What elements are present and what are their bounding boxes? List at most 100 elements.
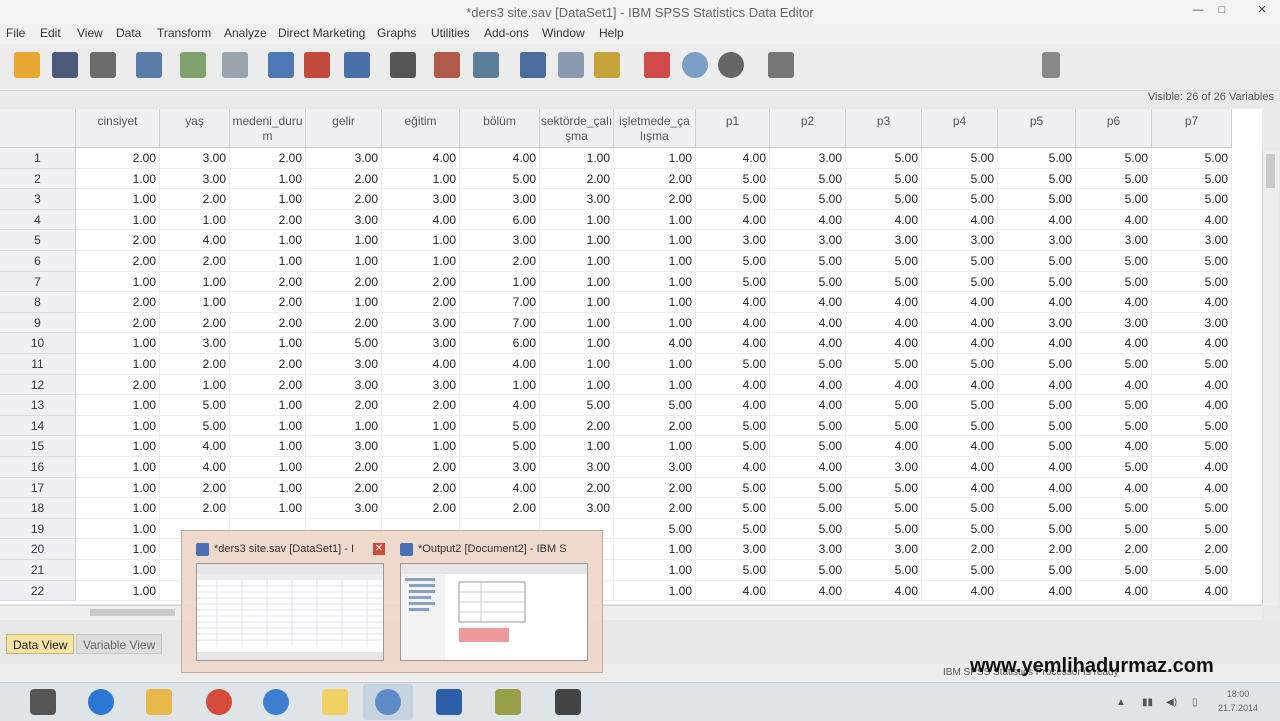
- data-cell[interactable]: 4.00: [998, 457, 1076, 478]
- menu-window[interactable]: Window: [542, 26, 585, 40]
- menu-direct-marketing[interactable]: Direct Marketing: [278, 26, 365, 40]
- data-cell[interactable]: 5.00: [696, 251, 770, 272]
- data-cell[interactable]: 1.00: [382, 251, 460, 272]
- data-cell[interactable]: 5.00: [1076, 251, 1152, 272]
- thumbnail-dataset[interactable]: *ders3 site.sav [DataSet1] - I ✕: [192, 539, 388, 663]
- row-number[interactable]: 10: [0, 333, 76, 354]
- data-cell[interactable]: 5.00: [696, 354, 770, 375]
- data-cell[interactable]: 4.00: [922, 333, 998, 354]
- data-cell[interactable]: 3.00: [998, 230, 1076, 251]
- vertical-scrollbar[interactable]: [1262, 150, 1279, 605]
- data-cell[interactable]: 3.00: [1076, 230, 1152, 251]
- thumbnail-output[interactable]: *Output2 [Document2] - IBM S: [396, 539, 592, 663]
- menu-graphs[interactable]: Graphs: [377, 26, 416, 40]
- horizontal-scroll-thumb[interactable]: [90, 609, 175, 616]
- data-cell[interactable]: 1.00: [614, 148, 696, 169]
- data-cell[interactable]: 4.00: [922, 374, 998, 396]
- data-cell[interactable]: 2.00: [76, 292, 160, 313]
- data-cell[interactable]: 2.00: [306, 395, 382, 416]
- data-cell[interactable]: 1.00: [76, 209, 160, 231]
- data-cell[interactable]: 2.00: [382, 498, 460, 519]
- data-cell[interactable]: 3.00: [306, 148, 382, 169]
- menu-file[interactable]: File: [6, 26, 25, 40]
- data-cell[interactable]: 4.00: [770, 374, 846, 396]
- data-cell[interactable]: 4.00: [382, 148, 460, 169]
- data-cell[interactable]: 4.00: [460, 477, 540, 499]
- data-cell[interactable]: 1.00: [76, 477, 160, 499]
- data-cell[interactable]: 5.00: [922, 415, 998, 437]
- data-cell[interactable]: 5.00: [1152, 498, 1232, 519]
- data-cell[interactable]: 5.00: [770, 436, 846, 457]
- data-cell[interactable]: 4.00: [1152, 395, 1232, 416]
- data-cell[interactable]: 3.00: [306, 209, 382, 231]
- data-cell[interactable]: 2.00: [460, 498, 540, 519]
- data-cell[interactable]: 5.00: [460, 168, 540, 190]
- data-cell[interactable]: 5.00: [1076, 148, 1152, 169]
- data-cell[interactable]: 2.00: [76, 312, 160, 334]
- data-cell[interactable]: 4.00: [998, 292, 1076, 313]
- data-cell[interactable]: 4.00: [1152, 333, 1232, 354]
- row-number[interactable]: 15: [0, 436, 76, 457]
- select-cases-icon[interactable]: [594, 52, 620, 78]
- data-cell[interactable]: 5.00: [696, 436, 770, 457]
- data-cell[interactable]: 2.00: [614, 415, 696, 437]
- data-cell[interactable]: 5.00: [696, 271, 770, 293]
- volume-icon[interactable]: ◀): [1166, 697, 1177, 708]
- data-cell[interactable]: 5.00: [696, 518, 770, 540]
- data-cell[interactable]: 4.00: [922, 209, 998, 231]
- goto-case-icon[interactable]: [268, 52, 294, 78]
- data-cell[interactable]: 5.00: [846, 477, 922, 499]
- data-cell[interactable]: 4.00: [1152, 477, 1232, 499]
- data-cell[interactable]: 5.00: [696, 415, 770, 437]
- data-cell[interactable]: 1.00: [614, 374, 696, 396]
- network-icon[interactable]: ▮▮: [1142, 697, 1153, 708]
- data-cell[interactable]: 2.00: [230, 271, 306, 293]
- data-cell[interactable]: 5.00: [998, 498, 1076, 519]
- data-cell[interactable]: 2.00: [230, 354, 306, 375]
- split-file-icon[interactable]: [520, 52, 546, 78]
- data-cell[interactable]: 5.00: [846, 498, 922, 519]
- data-cell[interactable]: 5.00: [922, 168, 998, 190]
- data-cell[interactable]: 5.00: [306, 333, 382, 354]
- data-cell[interactable]: 1.00: [76, 457, 160, 478]
- data-cell[interactable]: 4.00: [846, 374, 922, 396]
- column-header[interactable]: bölüm: [460, 109, 540, 148]
- print-icon[interactable]: [90, 52, 116, 78]
- data-cell[interactable]: 6.00: [460, 333, 540, 354]
- find-icon[interactable]: [390, 52, 416, 78]
- data-cell[interactable]: 1.00: [306, 251, 382, 272]
- data-cell[interactable]: 5.00: [1076, 518, 1152, 540]
- row-number[interactable]: 2: [0, 168, 76, 190]
- data-cell[interactable]: 2.00: [230, 374, 306, 396]
- data-cell[interactable]: 5.00: [770, 189, 846, 210]
- data-cell[interactable]: 2.00: [160, 189, 230, 210]
- data-cell[interactable]: 1.00: [540, 333, 614, 354]
- data-cell[interactable]: 2.00: [306, 457, 382, 478]
- data-cell[interactable]: 1.00: [76, 518, 160, 540]
- data-cell[interactable]: 3.00: [1076, 312, 1152, 334]
- data-cell[interactable]: 5.00: [770, 498, 846, 519]
- data-cell[interactable]: 5.00: [1152, 251, 1232, 272]
- data-cell[interactable]: 5.00: [846, 415, 922, 437]
- data-cell[interactable]: 5.00: [846, 168, 922, 190]
- data-cell[interactable]: 1.00: [540, 312, 614, 334]
- data-cell[interactable]: 5.00: [696, 168, 770, 190]
- data-cell[interactable]: 5.00: [696, 498, 770, 519]
- data-cell[interactable]: 7.00: [460, 312, 540, 334]
- data-cell[interactable]: 2.00: [382, 457, 460, 478]
- data-cell[interactable]: 1.00: [230, 251, 306, 272]
- data-cell[interactable]: 3.00: [1152, 312, 1232, 334]
- data-cell[interactable]: 5.00: [922, 271, 998, 293]
- data-cell[interactable]: 4.00: [1152, 292, 1232, 313]
- row-number[interactable]: 14: [0, 415, 76, 437]
- data-cell[interactable]: 1.00: [540, 209, 614, 231]
- menu-analyze[interactable]: Analyze: [224, 26, 267, 40]
- data-cell[interactable]: 1.00: [230, 457, 306, 478]
- data-cell[interactable]: 4.00: [696, 209, 770, 231]
- data-cell[interactable]: 5.00: [998, 189, 1076, 210]
- data-cell[interactable]: 1.00: [76, 498, 160, 519]
- data-cell[interactable]: 4.00: [1152, 580, 1232, 602]
- data-cell[interactable]: 5.00: [160, 395, 230, 416]
- data-cell[interactable]: 4.00: [1076, 292, 1152, 313]
- data-cell[interactable]: 2.00: [306, 271, 382, 293]
